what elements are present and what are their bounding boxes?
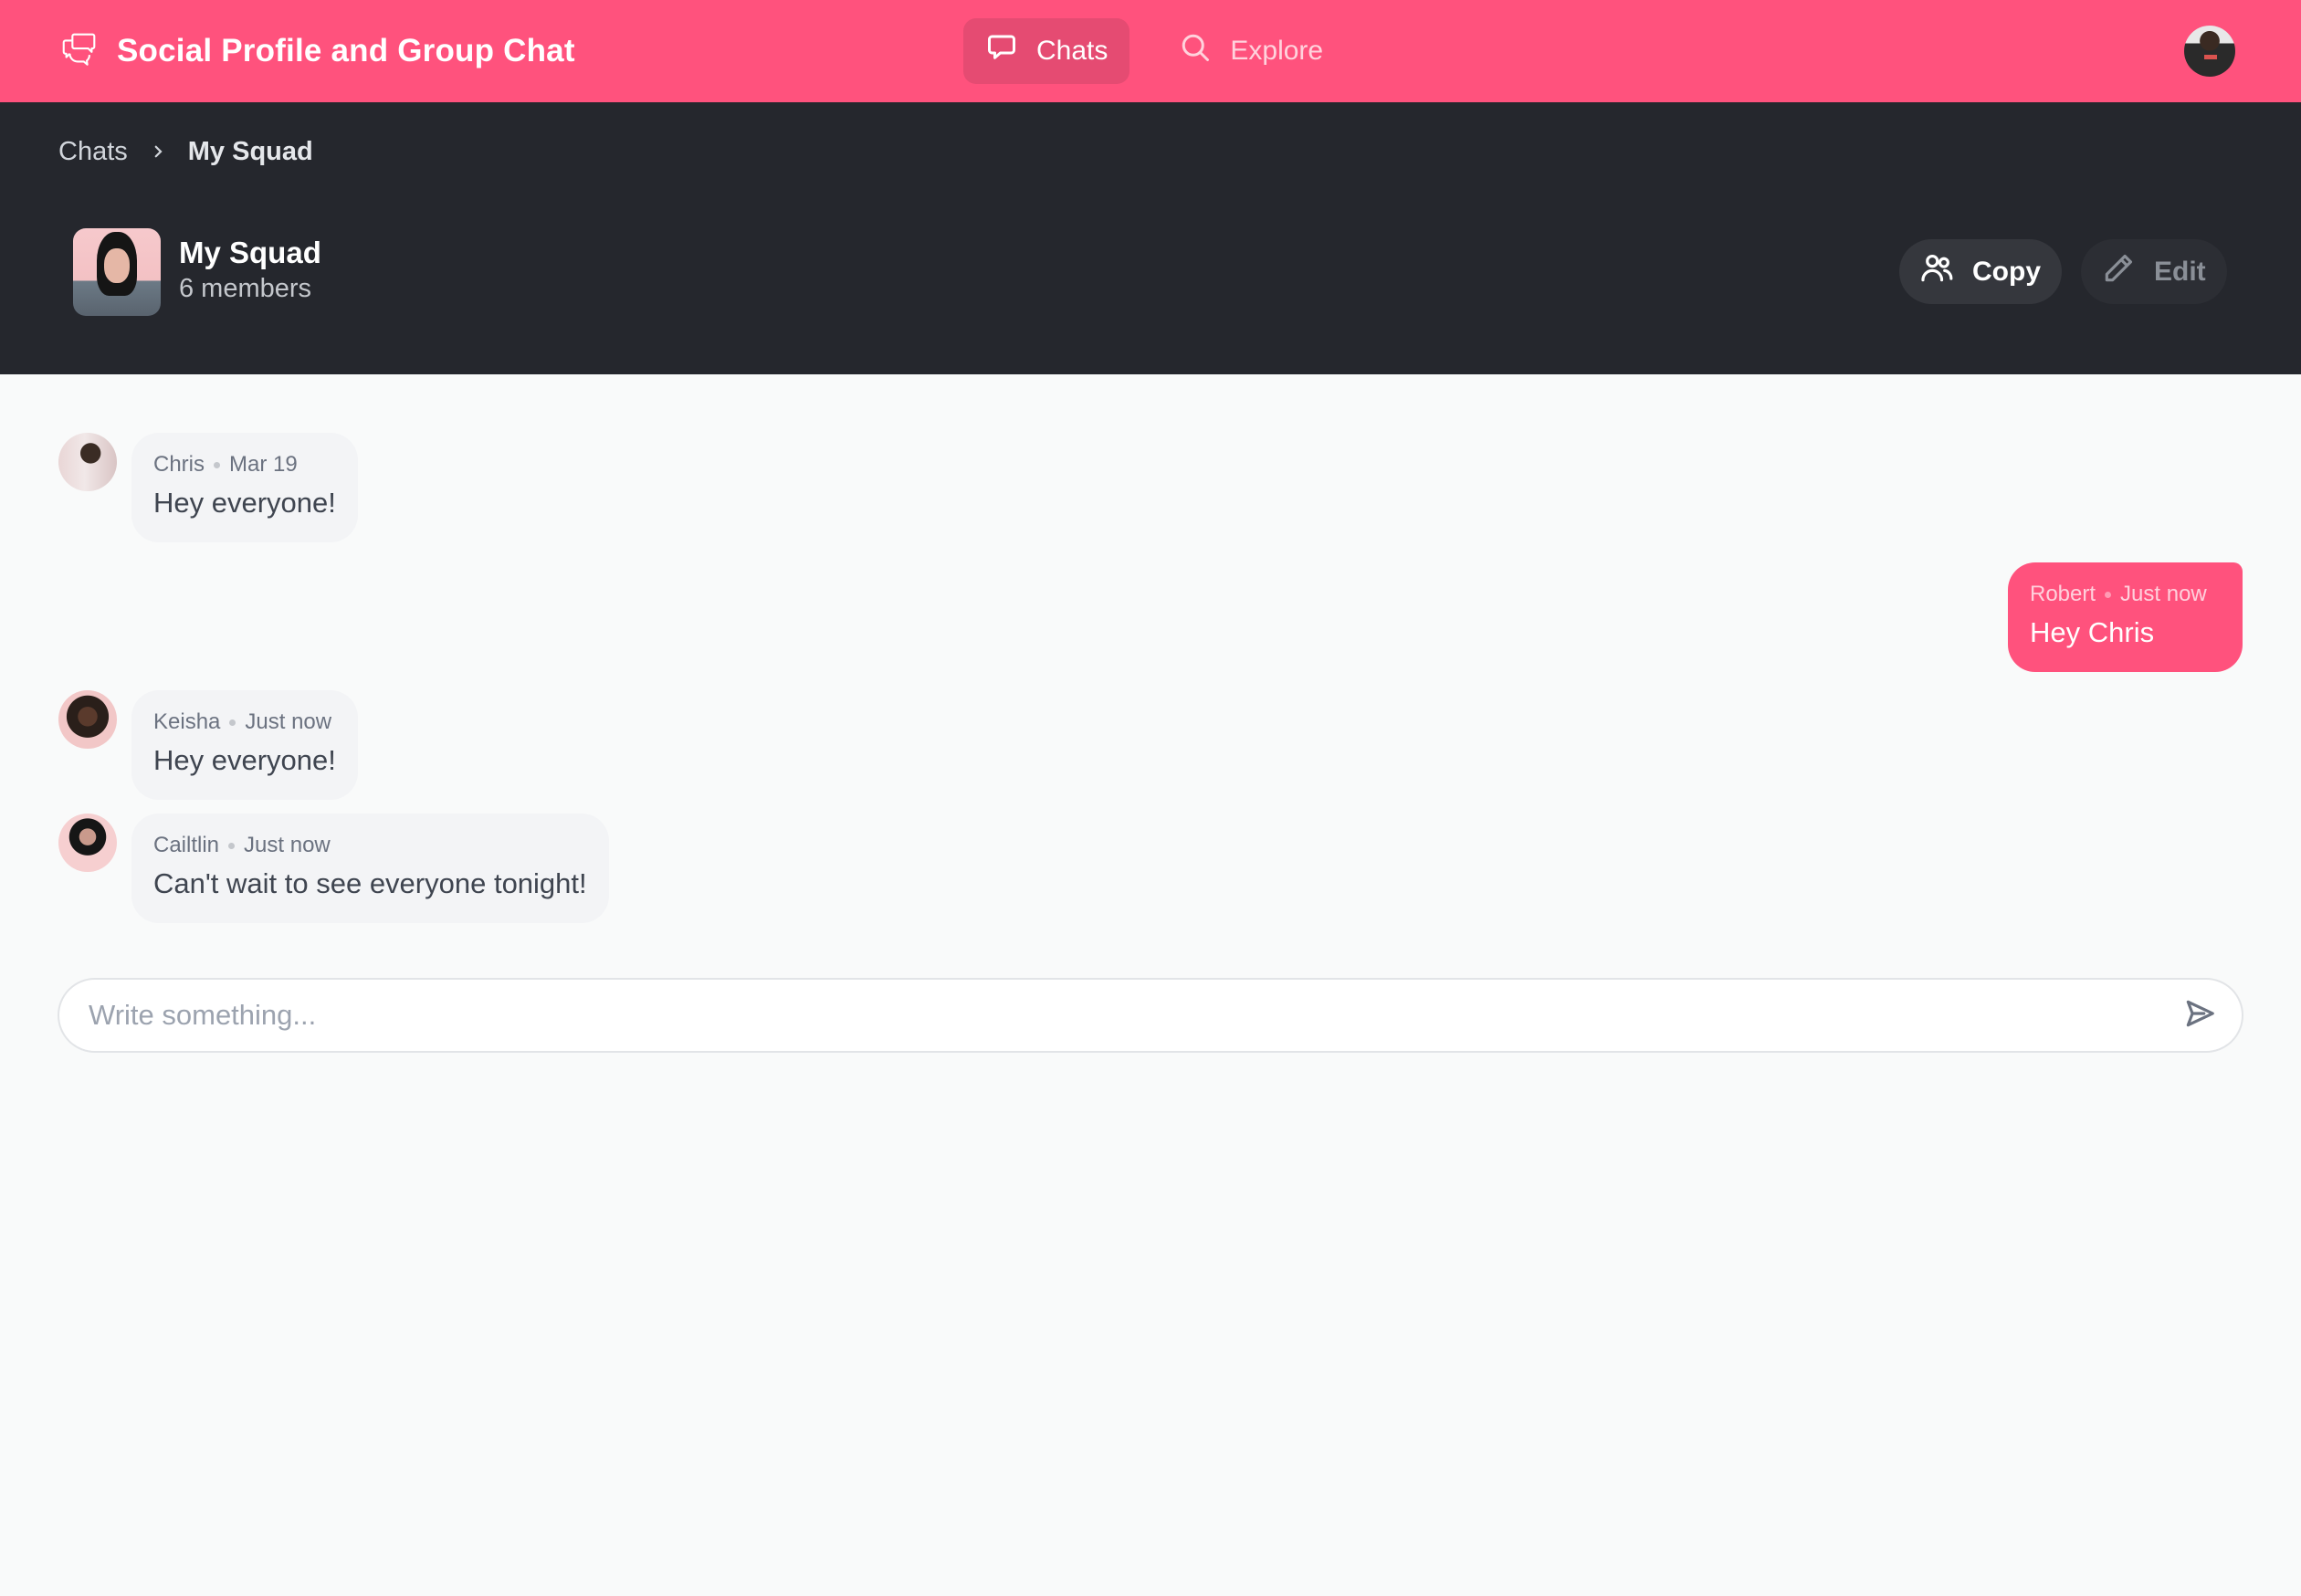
message-author: Keisha: [153, 709, 221, 734]
nav-chats[interactable]: Chats: [963, 18, 1130, 84]
nav-explore[interactable]: Explore: [1157, 18, 1345, 84]
message-item: Chris Mar 19 Hey everyone!: [58, 433, 358, 542]
group-avatar: [73, 228, 161, 316]
message-bubble: Robert Just now Hey Chris: [2008, 562, 2243, 672]
message-meta: Robert Just now: [2030, 581, 2221, 608]
copy-button[interactable]: Copy: [1899, 239, 2062, 304]
breadcrumb: Chats My Squad: [58, 133, 313, 170]
avatar-cailtlin[interactable]: [58, 814, 117, 872]
message-item: Keisha Just now Hey everyone!: [58, 690, 358, 800]
edit-button[interactable]: Edit: [2081, 239, 2227, 304]
top-navbar: Social Profile and Group Chat Chats Expl…: [0, 0, 2301, 102]
send-button[interactable]: [2163, 979, 2236, 1052]
users-icon: [1919, 251, 1954, 293]
message-text: Hey everyone!: [153, 487, 336, 519]
message-bubble: Cailtlin Just now Can't wait to see ever…: [131, 814, 609, 923]
message-meta: Keisha Just now: [153, 709, 336, 736]
message-author: Robert: [2030, 582, 2096, 606]
avatar-keisha[interactable]: [58, 690, 117, 749]
message-time: Just now: [245, 709, 332, 734]
message-author: Chris: [153, 452, 205, 477]
message-input[interactable]: [59, 999, 2163, 1032]
edit-label: Edit: [2154, 256, 2206, 287]
avatar-chris[interactable]: [58, 433, 117, 491]
group-member-count: 6 members: [179, 274, 312, 303]
message-time: Mar 19: [229, 452, 298, 477]
message-time: Just now: [244, 833, 331, 857]
breadcrumb-current: My Squad: [187, 136, 313, 166]
nav-chats-label: Chats: [1036, 36, 1108, 66]
message-item-mine: Robert Just now Hey Chris: [2008, 562, 2243, 672]
message-text: Can't wait to see everyone tonight!: [153, 867, 587, 899]
message-composer: [58, 978, 2243, 1053]
message-meta: Cailtlin Just now: [153, 832, 587, 859]
pencil-icon: [2101, 251, 2136, 293]
chat-bubble-icon: [985, 31, 1018, 71]
chat-bubbles-icon: [58, 28, 100, 75]
app-title: Social Profile and Group Chat: [117, 33, 575, 68]
copy-label: Copy: [1972, 256, 2041, 287]
separator-dot: [228, 842, 236, 849]
message-item: Cailtlin Just now Can't wait to see ever…: [58, 814, 609, 923]
message-meta: Chris Mar 19: [153, 451, 336, 478]
user-avatar[interactable]: [2184, 26, 2235, 77]
message-time: Just now: [2120, 582, 2207, 606]
separator-dot: [2105, 591, 2112, 598]
breadcrumb-chats-link[interactable]: Chats: [58, 137, 128, 167]
nav-explore-label: Explore: [1230, 36, 1324, 66]
group-header: [0, 102, 2301, 374]
group-name: My Squad: [179, 236, 321, 269]
separator-dot: [229, 719, 236, 726]
chevron-right-icon: [150, 138, 166, 166]
message-text: Hey everyone!: [153, 744, 336, 776]
search-icon: [1179, 31, 1212, 71]
main-nav: Chats Explore: [963, 18, 1345, 84]
brand[interactable]: Social Profile and Group Chat: [58, 27, 575, 75]
message-text: Hey Chris: [2030, 616, 2155, 648]
message-bubble: Keisha Just now Hey everyone!: [131, 690, 358, 800]
send-icon: [2182, 996, 2217, 1035]
message-author: Cailtlin: [153, 833, 220, 857]
separator-dot: [214, 461, 221, 468]
message-bubble: Chris Mar 19 Hey everyone!: [131, 433, 358, 542]
